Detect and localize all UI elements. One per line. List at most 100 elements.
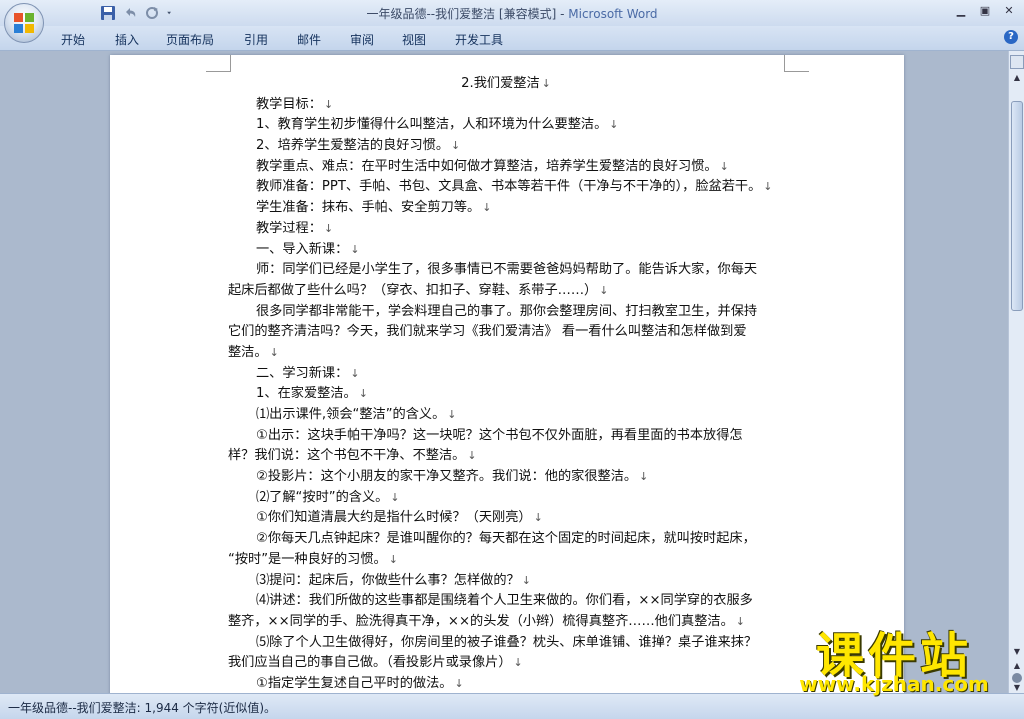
paragraph-mark-icon: ↓ (467, 449, 477, 463)
line-text: 1、在家爱整洁。 (256, 386, 357, 402)
tab-view[interactable]: 视图 (402, 31, 426, 48)
window-controls: ▁ ▣ ✕ (952, 3, 1018, 19)
office-button[interactable] (4, 3, 44, 43)
line-text: 我们应当自己的事自己做。（看投影片或录像片） (228, 655, 512, 671)
line-text: 师：同学们已经是小学生了，很多事情已不需要爸爸妈妈帮助了。能告诉大家，你每天 (256, 262, 758, 278)
application-name: Microsoft Word (568, 7, 658, 21)
office-button-icon (14, 13, 34, 33)
document-page[interactable]: 2.我们爱整洁 ↓ 教学目标： ↓ 1、教育学生初步懂得什么叫整洁，人和环境为什么要整… (110, 55, 904, 693)
vertical-scrollbar[interactable]: ▲ ▼ ▲ ▼ (1008, 51, 1024, 693)
window-title: 一年级品德--我们爱整洁 [兼容模式] - Microsoft Word (0, 5, 1024, 22)
document-line: 学生准备：抹布、手帕、安全剪刀等。 ↓ (228, 198, 784, 219)
line-text: ⑵了解“按时”的含义。 (256, 489, 389, 505)
paragraph-mark-icon: ↓ (447, 408, 457, 421)
paragraph-mark-icon: ↓ (719, 159, 729, 173)
document-line: ②你每天几点钟起床？是谁叫醒你的？每天都在这个固定的时间起床，就叫按时起床， (228, 529, 784, 550)
paragraph-mark-icon: ↓ (388, 552, 398, 566)
minimize-icon[interactable]: ▁ (952, 3, 970, 19)
page-margin-mark-right (784, 55, 809, 72)
document-line: 师：同学们已经是小学生了，很多事情已不需要爸爸妈妈帮助了。能告诉大家，你每天 (228, 260, 784, 281)
document-line: 整洁。 ↓ (228, 343, 784, 364)
title-separator: - (556, 7, 569, 21)
document-body[interactable]: 2.我们爱整洁 ↓ 教学目标： ↓ 1、教育学生初步懂得什么叫整洁，人和环境为什么要整… (228, 74, 784, 693)
restore-icon[interactable]: ▣ (976, 3, 994, 19)
line-text: 教学目标： (256, 96, 322, 112)
document-line: 1、在家爱整洁。 ↓ (228, 384, 784, 405)
paragraph-mark-icon: ↓ (735, 614, 745, 628)
tab-page-layout[interactable]: 页面布局 (166, 31, 214, 48)
paragraph-mark-icon: ↓ (350, 242, 360, 256)
select-browse-object-icon[interactable] (1012, 673, 1022, 683)
document-title: 一年级品德--我们爱整洁 [兼容模式] (366, 7, 557, 21)
ruler-toggle-icon[interactable] (1010, 55, 1024, 69)
line-text: 一、导入新课： (256, 241, 349, 257)
line-text: ②投影片：这个小朋友的家干净又整齐。我们说：他的家很整洁。 (256, 469, 638, 485)
tab-home[interactable]: 开始 (61, 31, 85, 48)
line-text: ⑴出示课件,领会“整洁”的含义。 (256, 407, 446, 422)
document-line: “按时”是一种良好的习惯。 ↓ (228, 550, 784, 571)
line-text: ⑸除了个人卫生做得好，你房间里的被子谁叠？枕头、床单谁铺、谁掸？桌子谁来抹？ (256, 634, 758, 650)
document-line: ⑶提问：起床后，你做些什么事？怎样做的？ ↓ (228, 571, 784, 592)
document-line: ①出示：这块手帕干净吗？这一块呢？这个书包不仅外面脏，再看里面的书本放得怎 (228, 426, 784, 447)
previous-page-icon[interactable]: ▲ (1010, 661, 1024, 671)
paragraph-mark-icon: ↓ (533, 511, 543, 525)
document-line: ⑸除了个人卫生做得好，你房间里的被子谁叠？枕头、床单谁铺、谁掸？桌子谁来抹？ (228, 633, 784, 654)
line-text: 很多同学都非常能干，学会料理自己的事了。那你会整理房间、打扫教室卫生，并保持 (256, 303, 758, 319)
word-count-status[interactable]: 一年级品德--我们爱整洁: 1,944 个字符(近似值)。 (8, 699, 276, 716)
line-text: 它们的整齐清洁吗？今天，我们就来学习《我们爱清洁》 看一看什么叫整洁和怎样做到爱 (228, 324, 747, 340)
paragraph-mark-icon: ↓ (599, 283, 609, 297)
line-text: ⑶提问：起床后，你做些什么事？怎样做的？ (256, 572, 520, 588)
tab-developer[interactable]: 开发工具 (455, 31, 503, 48)
paragraph-mark-icon: ↓ (350, 366, 360, 380)
document-line: 很多同学都非常能干，学会料理自己的事了。那你会整理房间、打扫教室卫生，并保持 (228, 302, 784, 323)
paragraph-mark-icon: ↓ (358, 387, 368, 401)
page-margin-mark-left (206, 55, 231, 72)
line-text: 起床后都做了些什么吗？（穿衣、扣扣子、穿鞋、系带子……） (228, 282, 598, 298)
scroll-down-icon[interactable]: ▼ (1010, 647, 1024, 659)
document-line: 教学过程： ↓ (228, 219, 784, 240)
tab-references[interactable]: 引用 (244, 31, 268, 48)
next-page-icon[interactable]: ▼ (1010, 683, 1024, 693)
line-text: ①你们知道清晨大约是指什么时候？（天刚亮） (256, 510, 532, 526)
ribbon-tabs: 开始 插入 页面布局 引用 邮件 审阅 视图 开发工具 ? (0, 26, 1024, 51)
paragraph-mark-icon: ↓ (482, 201, 492, 215)
tab-review[interactable]: 审阅 (350, 31, 374, 48)
scroll-thumb[interactable] (1011, 101, 1023, 311)
document-line: 整齐，××同学的手、脸洗得真干净，××的头发（小辫）梳得真整齐……他们真整洁。 ↓ (228, 612, 784, 633)
line-text: 二、学习新课： (256, 365, 349, 381)
line-text: ⑷讲述：我们所做的这些事都是围绕着个人卫生来做的。你们看，××同学穿的衣服多 (256, 593, 753, 609)
help-icon[interactable]: ? (1004, 30, 1018, 44)
paragraph-mark-icon: ↓ (639, 470, 649, 484)
line-text: 教学重点、难点：在平时生活中如何做才算整洁，培养学生爱整洁的良好习惯。 (256, 158, 718, 174)
document-line: 教学重点、难点：在平时生活中如何做才算整洁，培养学生爱整洁的良好习惯。 ↓ (228, 157, 784, 178)
line-text: “按时”是一种良好的习惯。 (228, 551, 387, 567)
watermark-logo: 课件站 www.kjzhan.com (776, 616, 1012, 696)
line-text: 学生准备：抹布、手帕、安全剪刀等。 (256, 200, 481, 216)
document-line: ①指定学生复述自己平时的做法。 ↓ (228, 674, 784, 693)
document-line: ②投影片：这个小朋友的家干净又整齐。我们说：他的家很整洁。 ↓ (228, 467, 784, 488)
document-title-line: 2.我们爱整洁 ↓ (228, 74, 784, 95)
document-line: 它们的整齐清洁吗？今天，我们就来学习《我们爱清洁》 看一看什么叫整洁和怎样做到爱 (228, 322, 784, 343)
tab-mailings[interactable]: 邮件 (297, 31, 321, 48)
document-line: ①你们知道清晨大约是指什么时候？（天刚亮） ↓ (228, 508, 784, 529)
document-heading: 2.我们爱整洁 (461, 76, 540, 91)
line-text: ①指定学生复述自己平时的做法。 (256, 675, 453, 691)
paragraph-mark-icon: ↓ (521, 573, 531, 587)
document-line: 一、导入新课： ↓ (228, 240, 784, 261)
line-text: 整洁。 (228, 344, 268, 360)
document-line: 样？我们说：这个书包不干净、不整洁。 ↓ (228, 446, 784, 467)
close-icon[interactable]: ✕ (1000, 3, 1018, 19)
paragraph-mark-icon: ↓ (451, 139, 461, 153)
line-text: 2、培养学生爱整洁的良好习惯。 (256, 138, 450, 154)
paragraph-mark-icon: ↓ (323, 221, 334, 235)
paragraph-mark-icon: ↓ (390, 490, 400, 504)
tab-insert[interactable]: 插入 (115, 31, 139, 48)
paragraph-mark-icon: ↓ (513, 656, 523, 670)
line-text: 教师准备：PPT、手帕、书包、文具盒、书本等若干件（干净与不干净的），脸盆若干。 (256, 179, 762, 195)
line-text: ①出示：这块手帕干净吗？这一块呢？这个书包不仅外面脏，再看里面的书本放得怎 (256, 427, 743, 443)
document-line: 1、教育学生初步懂得什么叫整洁，人和环境为什么要整洁。 ↓ (228, 115, 784, 136)
paragraph-mark-icon: ↓ (454, 676, 464, 690)
scroll-up-icon[interactable]: ▲ (1010, 71, 1024, 85)
line-text: ②你每天几点钟起床？是谁叫醒你的？每天都在这个固定的时间起床，就叫按时起床， (256, 531, 756, 547)
paragraph-mark-icon: ↓ (323, 97, 334, 111)
